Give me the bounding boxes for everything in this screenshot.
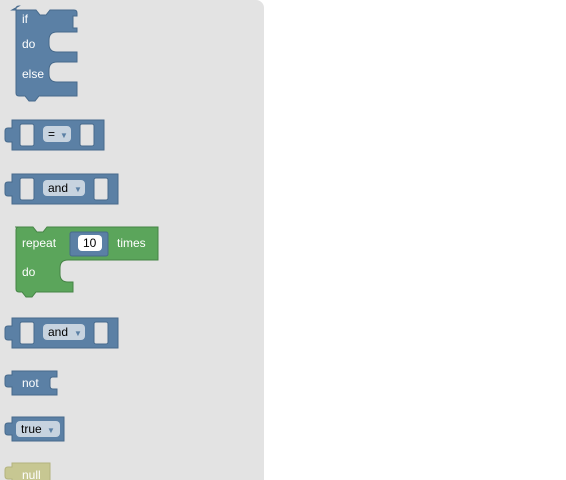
logic-negate-block[interactable]: not: [4, 370, 58, 396]
compare-right-socket[interactable]: [79, 123, 95, 147]
compare-left-socket[interactable]: [19, 123, 35, 147]
logic-operation-block[interactable]: and ▼: [4, 317, 119, 349]
repeat-times-value: 10: [83, 236, 97, 250]
compare-operator-value: =: [48, 127, 55, 141]
repeat-block[interactable]: repeat 10 times do: [15, 226, 159, 298]
logic-operation-right-socket[interactable]: [93, 177, 109, 201]
flyout-blocks: if do else = ▼ and ▼ repeat 10 times do …: [4, 5, 159, 480]
dropdown-arrow-icon: ▼: [47, 426, 55, 435]
if-label: if: [22, 12, 29, 26]
logic-null-block[interactable]: null: [4, 462, 51, 480]
null-label: null: [22, 468, 41, 480]
logic-operation-left-socket[interactable]: [19, 177, 35, 201]
do-label: do: [22, 265, 36, 279]
repeat-label: repeat: [22, 236, 57, 250]
logic-operation-value: and: [48, 325, 68, 339]
times-label: times: [117, 236, 146, 250]
not-label: not: [22, 376, 39, 390]
compare-block[interactable]: = ▼: [4, 119, 105, 151]
else-label: else: [22, 67, 44, 81]
boolean-value: true: [21, 422, 42, 436]
logic-operation-block[interactable]: and ▼: [4, 173, 119, 205]
dropdown-arrow-icon: ▼: [74, 185, 82, 194]
logic-operation-value: and: [48, 181, 68, 195]
if-else-block[interactable]: if do else: [10, 5, 78, 102]
logic-operation-right-socket[interactable]: [93, 321, 109, 345]
logic-boolean-block[interactable]: true ▼: [4, 416, 65, 442]
dropdown-arrow-icon: ▼: [74, 329, 82, 338]
logic-operation-left-socket[interactable]: [19, 321, 35, 345]
dropdown-arrow-icon: ▼: [60, 131, 68, 140]
do-label: do: [22, 37, 36, 51]
workspace-canvas[interactable]: [264, 0, 566, 480]
